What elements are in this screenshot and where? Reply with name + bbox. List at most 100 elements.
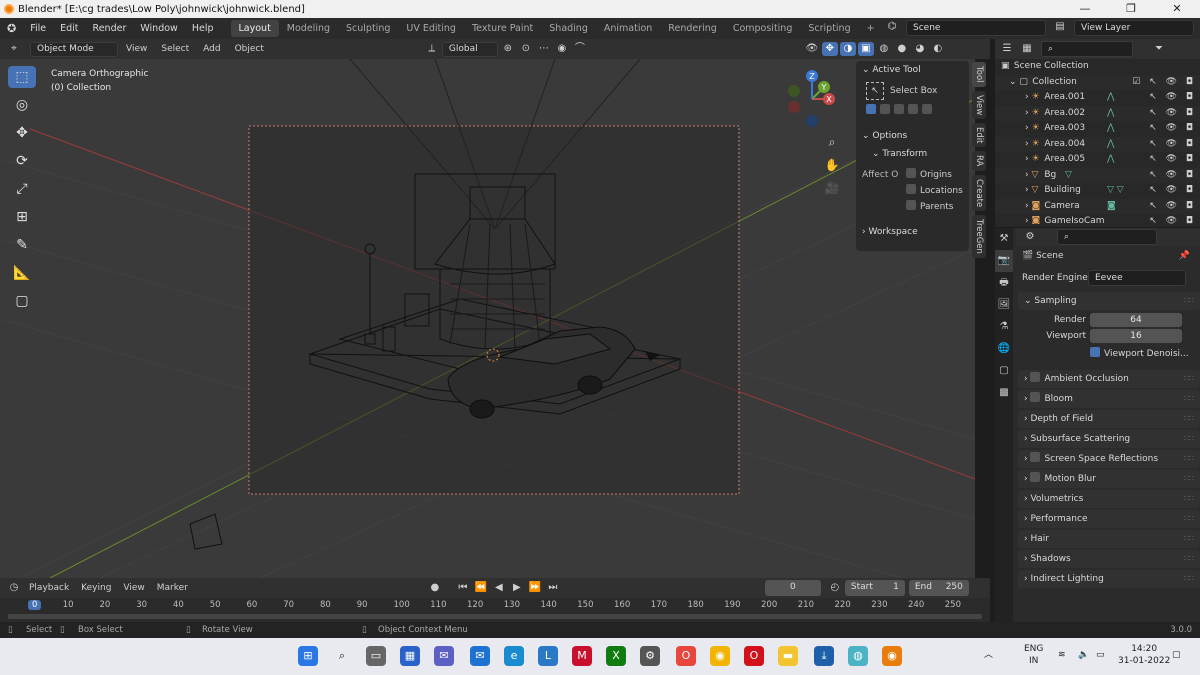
teams-chat-icon[interactable]: ✉ <box>434 646 454 666</box>
panel-grip-icon[interactable]: ∷∷ <box>1184 292 1194 310</box>
annotate-tool-icon[interactable]: ✎ <box>8 234 36 256</box>
outliner-item[interactable]: › ▽ Building ▽ ▽ ↖ 👁 ◘ <box>995 183 1200 199</box>
tab-sculpting[interactable]: Sculpting <box>338 20 398 37</box>
current-frame-field[interactable]: 0 <box>764 580 821 596</box>
viewport-denoise-row[interactable]: Viewport Denoisi... <box>1016 344 1200 364</box>
viewport-menu-view[interactable]: View <box>120 44 153 54</box>
outliner-collection[interactable]: ⌄ ▢ Collection ☑ ↖ 👁 ◘ <box>995 74 1200 91</box>
shading-solid-icon[interactable]: ● <box>894 42 910 56</box>
search-icon[interactable]: ⌕ <box>332 646 352 666</box>
viewport-menu-object[interactable]: Object <box>229 44 270 54</box>
scene-tab-icon[interactable]: ⚗ <box>995 316 1013 338</box>
rotate-tool-icon[interactable]: ⟳ <box>8 150 36 172</box>
shading-wireframe-icon[interactable]: ◍ <box>876 42 892 56</box>
menu-edit[interactable]: Edit <box>53 23 85 34</box>
tab-modeling[interactable]: Modeling <box>279 20 338 37</box>
sidebar-tab-tool[interactable]: Tool <box>972 62 986 87</box>
panel-grip-icon[interactable]: ∷∷ <box>1184 490 1194 508</box>
outliner-item[interactable]: › ◙ Camera ◙ ↖ 👁 ◘ <box>995 198 1200 214</box>
sidebar-tab-edit[interactable]: Edit <box>972 122 986 148</box>
timeline-menu-playback[interactable]: Playback <box>24 583 74 593</box>
screen-space-reflections-checkbox[interactable] <box>1030 452 1041 462</box>
tab-scripting[interactable]: Scripting <box>800 20 858 37</box>
tab-rendering[interactable]: Rendering <box>660 20 725 37</box>
task-view-icon[interactable]: ▭ <box>366 646 386 666</box>
snap-icon[interactable]: ⊙ <box>518 42 534 56</box>
item-visibility-icons[interactable]: ↖ 👁 ◘ <box>1149 214 1196 224</box>
select-mode-new-icon[interactable] <box>866 104 876 114</box>
display-mode-icon[interactable]: ▦ <box>1019 42 1035 56</box>
shadows-panel[interactable]: › Shadows ∷∷ <box>1018 550 1200 568</box>
panel-grip-icon[interactable]: ∷∷ <box>1184 550 1194 568</box>
panel-grip-icon[interactable]: ∷∷ <box>1184 390 1194 408</box>
prev-keyframe-icon[interactable]: ⏪ <box>473 581 489 595</box>
panel-grip-icon[interactable]: ∷∷ <box>1184 450 1194 468</box>
panel-grip-icon[interactable]: ∷∷ <box>1184 370 1194 388</box>
affect-only-locations-row[interactable]: Locations <box>856 183 969 199</box>
editor-type-icon[interactable]: ⌖ <box>6 42 22 56</box>
outliner-item[interactable]: › ☀ Area.002 ⋀ ↖ 👁 ◘ <box>995 105 1200 121</box>
gizmo-toggle-icon[interactable]: ✥ <box>821 42 838 56</box>
jump-start-icon[interactable]: ⏮ <box>455 581 471 595</box>
sidebar-tab-create[interactable]: Create <box>972 174 986 211</box>
outliner-item[interactable]: › ☀ Area.003 ⋀ ↖ 👁 ◘ <box>995 121 1200 137</box>
workspace-header[interactable]: › Workspace <box>856 223 969 241</box>
panel-grip-icon[interactable]: ∷∷ <box>1184 470 1194 488</box>
menu-help[interactable]: Help <box>185 23 221 34</box>
render-samples-field[interactable]: 64 <box>1090 313 1182 327</box>
edge-icon[interactable]: e <box>504 646 524 666</box>
notification-icon[interactable]: ▢ <box>1172 649 1181 661</box>
panel-grip-icon[interactable]: ∷∷ <box>1184 430 1194 448</box>
locations-checkbox[interactable] <box>906 184 916 194</box>
properties-editor-icon[interactable]: ⚙ <box>1022 230 1038 244</box>
sidebar-tab-treegen[interactable]: TreeGen <box>972 214 986 258</box>
pan-hand-icon[interactable]: ✋ <box>822 155 842 175</box>
mcafee-icon[interactable]: M <box>572 646 592 666</box>
viewport-samples-field[interactable]: 16 <box>1090 329 1182 343</box>
panel-grip-icon[interactable]: ∷∷ <box>1184 410 1194 428</box>
timeline-editor-icon[interactable]: ◷ <box>6 581 22 595</box>
filter-icon[interactable]: ⏷ <box>1151 42 1167 56</box>
outliner-item[interactable]: › ☀ Area.005 ⋀ ↖ 👁 ◘ <box>995 152 1200 168</box>
language-indicator[interactable]: ENG IN <box>1024 643 1043 667</box>
item-visibility-icons[interactable]: ↖ 👁 ◘ <box>1149 183 1196 199</box>
office-icon[interactable]: O <box>676 646 696 666</box>
affect-only-parents-row[interactable]: Parents <box>856 199 969 215</box>
outliner-scene-collection[interactable]: ▣ Scene Collection <box>995 59 1200 75</box>
tab-shading[interactable]: Shading <box>541 20 596 37</box>
collection-tab-icon[interactable]: ▢ <box>995 360 1013 382</box>
item-visibility-icons[interactable]: ↖ 👁 ◘ <box>1149 90 1196 106</box>
item-visibility-icons[interactable]: ↖ 👁 ◘ <box>1149 137 1196 153</box>
item-visibility-icons[interactable]: ↖ 👁 ◘ <box>1149 121 1196 137</box>
outliner-editor-type-icon[interactable]: ☰ <box>999 42 1015 56</box>
indirect-lighting-panel[interactable]: › Indirect Lighting ∷∷ <box>1018 570 1200 588</box>
subsurface-scattering-panel[interactable]: › Subsurface Scattering ∷∷ <box>1018 430 1200 448</box>
scale-tool-icon[interactable]: ⤢ <box>8 178 36 200</box>
ambient-occlusion-panel[interactable]: › Ambient Occlusion ∷∷ <box>1018 370 1200 388</box>
tab-uv-editing[interactable]: UV Editing <box>398 20 464 37</box>
collection-visibility-icons[interactable]: ☑ ↖ 👁 ◘ <box>1132 75 1196 91</box>
blender-taskbar-icon[interactable]: ◉ <box>882 646 902 666</box>
windows-start-icon[interactable]: ⊞ <box>298 646 318 666</box>
navigation-gizmo[interactable]: X Y Z <box>782 69 842 129</box>
xray-toggle-icon[interactable]: ▣ <box>857 42 874 56</box>
play-reverse-icon[interactable]: ◀ <box>491 581 507 595</box>
chrome-icon[interactable]: ◉ <box>710 646 730 666</box>
xbox-icon[interactable]: X <box>606 646 626 666</box>
globe-app-icon[interactable]: ◍ <box>848 646 868 666</box>
maximize-button[interactable]: ❐ <box>1108 0 1154 18</box>
cursor-tool-icon[interactable]: ◎ <box>8 94 36 116</box>
jump-end-icon[interactable]: ⏭ <box>545 581 561 595</box>
parents-checkbox[interactable] <box>906 200 916 210</box>
view-layer-tab-icon[interactable]: 🖼 <box>995 294 1013 316</box>
outliner-item[interactable]: › ◙ GameIsoCam ↖ 👁 ◘ <box>995 214 1200 224</box>
tab-texture-paint[interactable]: Texture Paint <box>464 20 541 37</box>
screen-space-reflections-panel[interactable]: › Screen Space Reflections ∷∷ <box>1018 450 1200 468</box>
performance-panel[interactable]: › Performance ∷∷ <box>1018 510 1200 528</box>
settings-gear-icon[interactable]: ⚙ <box>640 646 660 666</box>
sampling-panel-header[interactable]: ⌄ Sampling ∷∷ <box>1018 292 1200 310</box>
battery-icon[interactable]: ▭ <box>1096 649 1105 661</box>
hair-panel[interactable]: › Hair ∷∷ <box>1018 530 1200 548</box>
outliner-search-input[interactable]: ⌕ <box>1041 41 1133 57</box>
panel-grip-icon[interactable]: ∷∷ <box>1184 570 1194 588</box>
